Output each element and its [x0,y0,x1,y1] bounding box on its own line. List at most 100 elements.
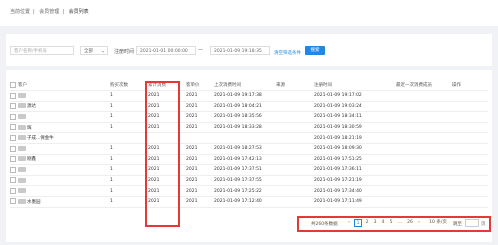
row-checkbox[interactable] [10,156,16,163]
avatar [18,135,26,141]
last-purchase-cell-text: 2021-01-09 17:42:13 [214,156,262,162]
action-cell [452,154,488,166]
register-time-cell-text: 2021-01-09 17:36:11 [314,167,362,173]
purchase-count-cell-text: 1 [110,156,113,162]
last-purchase-cell-text: 2021-01-09 17:37:51 [214,167,262,173]
row-checkbox[interactable] [10,124,16,131]
col-header: 上次消费时间 [214,80,276,91]
checkbox-cell [10,154,18,166]
table-row[interactable]: 源达 1 2021 2021 2021-01-09 18:04:21 2021-01-09… [10,101,488,113]
row-checkbox[interactable] [10,177,16,184]
table-row[interactable]: 辉 1 2021 2021 2021-01-09 18:33:28 2021-01-09 … [10,122,488,134]
table-row[interactable]: 1 2021 2021 2021-01-09 18:35:56 2021-01-09 1… [10,111,488,123]
purchase-count-cell-text: 1 [110,178,113,184]
customer-name-cell [18,111,110,123]
row-checkbox[interactable] [10,166,16,173]
register-time-cell: 2021-01-09 18:09:30 [314,143,396,155]
select-all-checkbox[interactable] [10,81,16,88]
col-header: 客单价 [186,80,214,91]
action-cell [452,164,488,176]
customer-name-cell: 子成...保金牛 [18,132,110,144]
end-date-input[interactable]: 2021-01-09 19:18:35 [210,46,270,55]
row-checkbox[interactable] [10,113,16,120]
purchase-count-cell-text: 1 [110,93,113,99]
table-row[interactable]: 1 2021 2021 2021-01-09 19:17:38 2021-01-09 1… [10,90,488,102]
last-purchase-cell: 2021-01-09 17:25:22 [214,185,276,197]
unit-price-cell-text: 2021 [186,178,198,184]
purchase-count-cell: 1 [110,122,148,134]
unit-price-cell: 2021 [186,111,214,123]
last-purchase-cell: 2021-01-09 17:37:51 [214,164,276,176]
row-checkbox[interactable] [10,92,16,99]
breadcrumb-item[interactable]: 会员管理 [39,9,59,15]
last-purchase-cell: 2021-01-09 19:17:38 [214,90,276,102]
purchase-count-cell: 1 [110,154,148,166]
table-row[interactable]: 子成...保金牛 2021-01-09 18:21:19 [10,132,488,144]
avatar [18,198,26,204]
last-member-cell [396,196,452,208]
unit-price-cell: 2021 [186,154,214,166]
customer-name-cell [18,143,110,155]
action-cell [452,175,488,187]
row-checkbox[interactable] [10,187,16,194]
search-input[interactable]: 客户名称/手机号 [10,46,74,55]
row-checkbox[interactable] [10,145,16,152]
col-header: 操作 [452,80,488,91]
source-cell [276,101,314,113]
checkbox-cell [10,111,18,123]
customer-name-cell-text: 子成...保金牛 [27,136,54,142]
last-member-cell [396,164,452,176]
checkbox-cell [10,196,18,208]
checkbox-cell [10,164,18,176]
last-member-cell [396,101,452,113]
status-select[interactable]: 全部 ▾ [80,46,108,55]
avatar [18,92,26,98]
row-checkbox[interactable] [10,134,16,141]
member-table: 客户 购买次数 累计消费 客单价 上次消费时间 来源 注册时间 最近一次消费成员… [10,80,488,208]
row-checkbox[interactable] [10,198,16,205]
checkbox-cell [10,185,18,197]
purchase-count-cell-text: 1 [110,188,113,194]
customer-name-cell [18,164,110,176]
purchase-count-cell-text: 1 [110,199,113,205]
avatar [18,113,26,119]
source-cell [276,185,314,197]
customer-name-cell: 辉 [18,122,110,134]
search-button[interactable]: 搜索 [305,46,325,55]
table-row[interactable]: 刚鑫 1 2021 2021 2021-01-09 17:42:13 2021-01-09… [10,154,488,166]
source-cell [276,132,314,144]
last-purchase-cell-text: 2021-01-09 18:33:28 [214,125,262,131]
table-row[interactable]: 1 2021 2021 2021-01-09 17:25:22 2021-01-09 1… [10,185,488,197]
unit-price-cell-text: 2021 [186,125,198,131]
last-purchase-cell: 2021-01-09 18:33:28 [214,122,276,134]
unit-price-cell-text: 2021 [186,188,198,194]
table-header: 客户 购买次数 累计消费 客单价 上次消费时间 来源 注册时间 最近一次消费成员… [10,80,488,91]
row-checkbox[interactable] [10,103,16,110]
register-time-cell: 2021-01-09 17:36:11 [314,164,396,176]
avatar [18,156,26,162]
start-date-input[interactable]: 2021-01-01 00:00:00 [136,46,196,55]
last-purchase-cell-text: 2021-01-09 18:35:56 [214,114,262,120]
breadcrumb-item[interactable]: 当前位置 [10,9,30,15]
unit-price-cell: 2021 [186,90,214,102]
table-row[interactable]: 1 2021 2021 2021-01-09 17:37:51 2021-01-09 1… [10,164,488,176]
action-cell [452,90,488,102]
purchase-count-cell-text: 1 [110,114,113,120]
highlight-pagination [297,216,491,232]
customer-name-cell [18,185,110,197]
unit-price-cell-text: 2021 [186,146,198,152]
checkbox-cell [10,143,18,155]
last-purchase-cell: 2021-01-09 17:42:13 [214,154,276,166]
register-time-cell: 2021-01-09 17:11:49 [314,196,396,208]
source-cell [276,90,314,102]
register-time-cell: 2021-01-09 18:21:19 [314,132,396,144]
avatar [18,177,26,183]
table-row[interactable]: 水墨园 1 2021 2021 2021-01-09 17:12:40 2021-01-0… [10,196,488,208]
register-time-cell: 2021-01-09 19:03:24 [314,101,396,113]
clear-filter-link[interactable]: 清空筛选条件 [274,50,301,56]
last-member-cell [396,132,452,144]
last-member-cell [396,143,452,155]
table-row[interactable]: 1 2021 2021 2021-01-09 17:37:55 2021-01-09 1… [10,175,488,187]
table-row[interactable]: 1 2021 2021 2021-01-09 18:27:53 2021-01-09 1… [10,143,488,155]
purchase-count-cell [110,132,148,144]
